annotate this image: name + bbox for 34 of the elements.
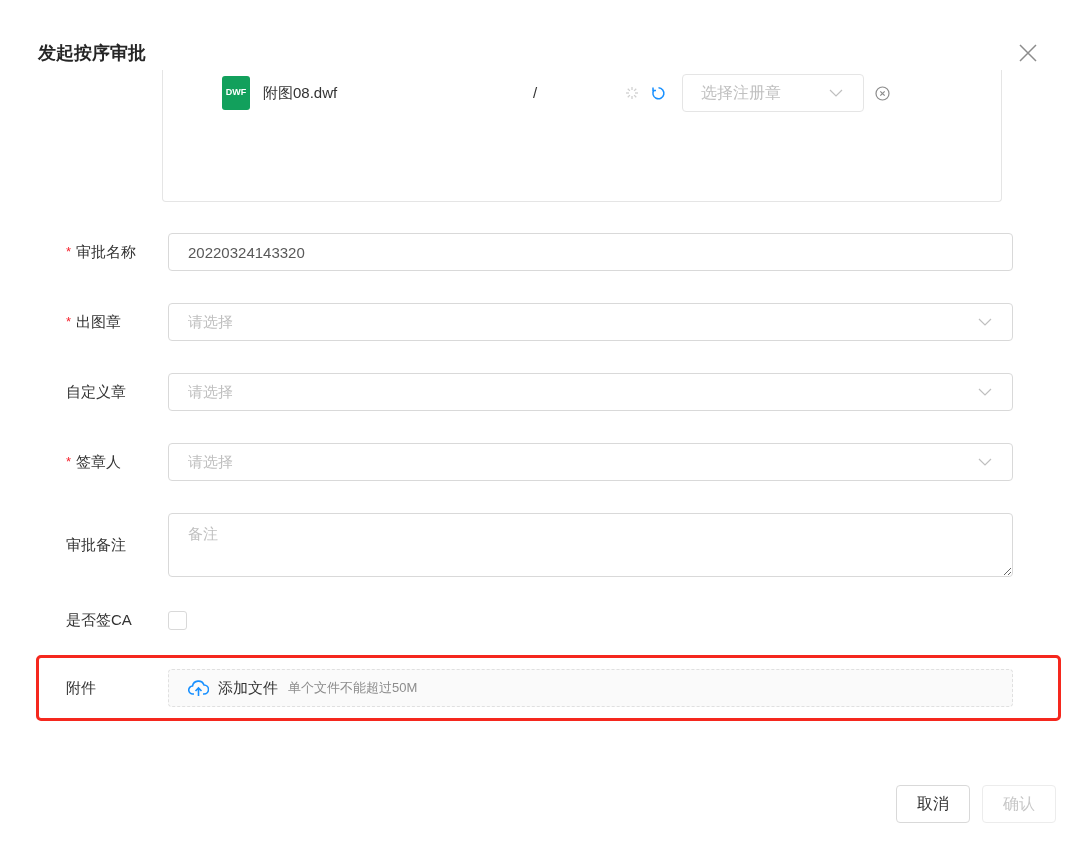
loading-spinner-icon	[625, 86, 639, 100]
select-field[interactable]: 请选择	[168, 443, 1013, 481]
required-mark: *	[66, 313, 72, 332]
select-field[interactable]: 选择注册章	[682, 74, 864, 112]
chevron-down-icon	[978, 388, 992, 396]
field-label: 自定义章	[66, 381, 126, 402]
chevron-down-icon	[978, 458, 992, 466]
field-label: 附件	[66, 677, 96, 698]
required-mark: *	[66, 453, 72, 472]
dialog-title: 发起按序审批	[38, 41, 146, 65]
field-label: 审批备注	[66, 534, 126, 555]
dwf-file-icon: DWF	[222, 76, 250, 110]
file-name: 附图08.dwf	[263, 82, 339, 103]
field-label: 是否签CA	[66, 610, 132, 630]
upload-hint: 单个文件不能超过50M	[288, 679, 418, 698]
required-mark: *	[66, 243, 72, 262]
dialog-button[interactable]: 取消	[896, 785, 970, 823]
chevron-down-icon	[978, 318, 992, 326]
input-field[interactable]: 20220324143320	[168, 233, 1013, 271]
remove-icon[interactable]	[875, 85, 890, 101]
select-field[interactable]: 请选择	[168, 303, 1013, 341]
close-icon[interactable]	[1018, 43, 1038, 63]
file-upload-field[interactable]: 添加文件 单个文件不能超过50M	[168, 669, 1013, 707]
field-label: 签章人	[76, 451, 122, 472]
select-field[interactable]: 请选择	[168, 373, 1013, 411]
separator: /	[533, 82, 539, 103]
checkbox[interactable]	[168, 610, 187, 630]
field-label: 审批名称	[76, 241, 137, 262]
field-label: 出图章	[76, 311, 122, 332]
cloud-upload-icon	[188, 679, 209, 697]
retry-icon[interactable]	[651, 85, 666, 101]
add-file-button[interactable]: 添加文件	[188, 676, 278, 700]
chevron-down-icon	[829, 89, 843, 97]
textarea-field[interactable]: 备注	[168, 513, 1013, 577]
